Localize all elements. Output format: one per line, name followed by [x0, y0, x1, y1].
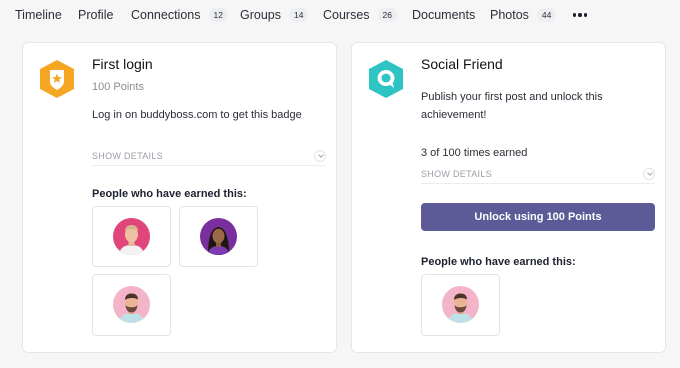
- tab-groups-label: Groups: [240, 8, 281, 22]
- tab-groups[interactable]: Groups 14: [240, 8, 309, 22]
- badge-card-first-login: First login 100 Points Log in on buddybo…: [22, 42, 337, 353]
- show-details-label: SHOW DETAILS: [92, 150, 163, 161]
- earned-heading: People who have earned this:: [421, 256, 576, 268]
- avatar: [113, 286, 150, 323]
- tab-photos[interactable]: Photos 44: [490, 8, 557, 22]
- earned-heading: People who have earned this:: [92, 188, 247, 200]
- badge-shield-star-icon: [40, 60, 74, 98]
- badge-description: Log in on buddyboss.com to get this badg…: [92, 109, 302, 121]
- tab-documents-label: Documents: [412, 8, 476, 22]
- earner-avatar-card[interactable]: [421, 274, 500, 336]
- groups-count-badge: 14: [289, 8, 309, 22]
- tab-documents[interactable]: Documents: [412, 8, 475, 22]
- badge-speech-bubble-icon: [369, 60, 403, 98]
- show-details-toggle[interactable]: SHOW DETAILS: [421, 164, 655, 184]
- tab-connections[interactable]: Connections 12: [131, 8, 228, 22]
- times-earned: 3 of 100 times earned: [421, 147, 528, 159]
- earner-avatar-card[interactable]: [92, 206, 171, 267]
- badge-description-line1: Publish your first post and unlock this: [421, 91, 603, 103]
- courses-count-badge: 26: [377, 8, 398, 22]
- profile-tabs: Timeline Profile Connections 12 Groups 14 …: [0, 0, 680, 30]
- photos-count-badge: 44: [536, 8, 557, 22]
- tab-timeline-label: Timeline: [15, 8, 62, 22]
- earner-avatar-card[interactable]: [92, 274, 171, 336]
- unlock-button[interactable]: Unlock using 100 Points: [421, 203, 655, 231]
- more-options-icon[interactable]: [573, 8, 587, 22]
- earner-avatar-card[interactable]: [179, 206, 258, 267]
- show-details-toggle[interactable]: SHOW DETAILS: [92, 146, 326, 166]
- badge-description-line2: achievement!: [421, 109, 487, 121]
- badge-card-social-friend: Social Friend Publish your first post an…: [351, 42, 666, 353]
- show-details-label: SHOW DETAILS: [421, 168, 492, 179]
- badge-title: Social Friend: [421, 56, 503, 72]
- badge-description: Publish your first post and unlock this …: [421, 88, 603, 124]
- avatar: [113, 218, 150, 255]
- tab-connections-label: Connections: [131, 8, 201, 22]
- avatar: [442, 286, 479, 323]
- chevron-down-icon: [643, 167, 655, 180]
- badge-points: 100 Points: [92, 81, 144, 93]
- tab-timeline[interactable]: Timeline: [15, 8, 62, 22]
- connections-count-badge: 12: [208, 8, 228, 22]
- tab-photos-label: Photos: [490, 8, 529, 22]
- chevron-down-icon: [314, 149, 326, 162]
- avatar: [200, 218, 237, 255]
- tab-profile[interactable]: Profile: [78, 8, 113, 22]
- tab-courses[interactable]: Courses 26: [323, 8, 398, 22]
- tab-profile-label: Profile: [78, 8, 114, 22]
- tab-courses-label: Courses: [323, 8, 370, 22]
- badge-title: First login: [92, 56, 153, 72]
